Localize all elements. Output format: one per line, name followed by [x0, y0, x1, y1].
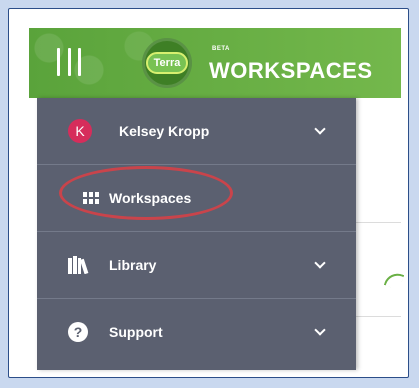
- terra-logo[interactable]: Terra: [146, 52, 188, 74]
- chevron-down-icon: [314, 257, 326, 269]
- sidebar-item-label: Library: [109, 257, 157, 273]
- page-title: WORKSPACES: [209, 58, 373, 83]
- sidebar-item-user[interactable]: K Kelsey Kropp: [37, 98, 356, 164]
- library-icon: [68, 256, 89, 274]
- chevron-down-icon: [314, 324, 326, 336]
- highlight-ellipse: [59, 166, 233, 220]
- sidebar-item-label: Support: [109, 324, 163, 340]
- sidebar-item-library[interactable]: Library: [37, 232, 356, 298]
- top-header: Terra BETA WORKSPACES: [29, 28, 401, 98]
- sidebar-item-support[interactable]: ? Support: [37, 299, 356, 365]
- user-name: Kelsey Kropp: [119, 123, 210, 139]
- sidebar-menu: K Kelsey Kropp Workspaces Library ? Supp…: [37, 98, 356, 370]
- menu-icon[interactable]: [57, 48, 81, 76]
- chevron-down-icon: [314, 123, 326, 135]
- beta-label: BETA: [212, 46, 230, 52]
- help-icon: ?: [68, 322, 88, 342]
- content-divider: [355, 316, 401, 317]
- content-divider: [355, 222, 401, 223]
- avatar: K: [68, 119, 92, 143]
